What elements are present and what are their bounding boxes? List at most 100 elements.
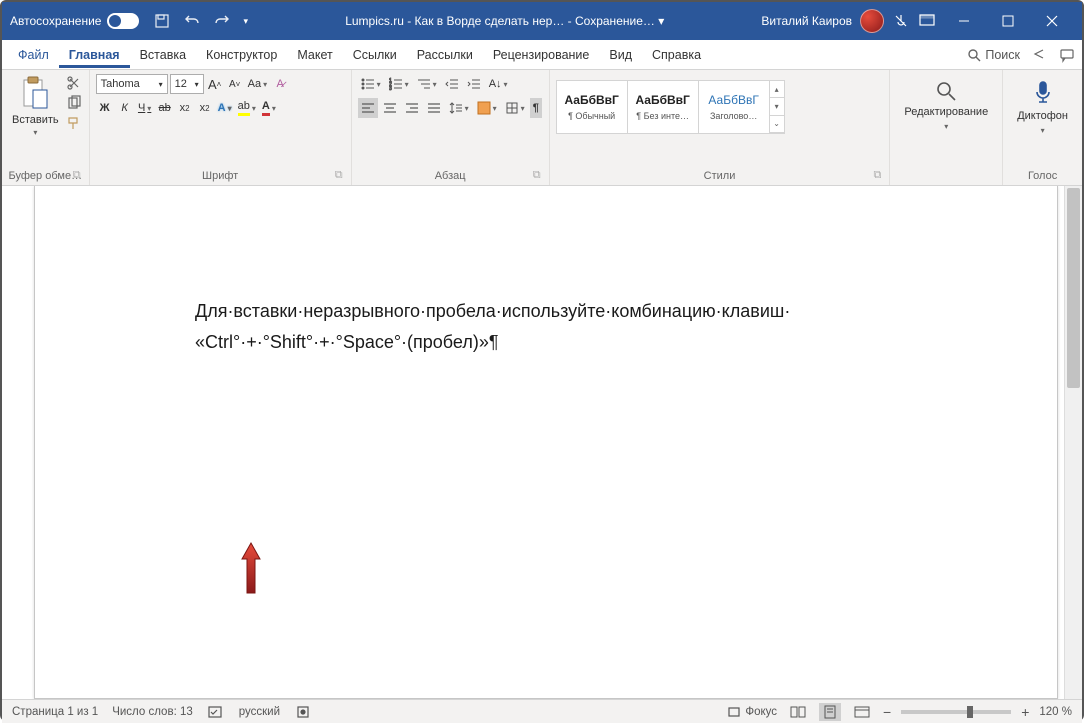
group-styles: АаБбВвГ¶ Обычный АаБбВвГ¶ Без инте… АаБб…	[550, 70, 891, 185]
tab-insert[interactable]: Вставка	[130, 42, 196, 68]
language-indicator[interactable]: русский	[239, 706, 280, 718]
tab-layout[interactable]: Макет	[287, 42, 342, 68]
spellcheck-icon[interactable]	[207, 703, 225, 721]
titlebar: Автосохранение ▾ Lumpics.ru - Как в Ворд…	[2, 2, 1082, 40]
grow-font-icon[interactable]: A˄	[206, 74, 224, 94]
superscript-button[interactable]: x2	[196, 98, 214, 118]
clipboard-dialog-icon[interactable]: ⧉	[73, 169, 81, 182]
autosave: Автосохранение	[10, 13, 139, 29]
style-heading1[interactable]: АаБбВвГЗаголово…	[698, 80, 770, 134]
change-case-icon[interactable]: Aa	[246, 74, 269, 94]
outdent-icon[interactable]	[442, 74, 462, 94]
style-gallery-nav[interactable]: ▴▾⌄	[769, 80, 785, 134]
read-mode-icon[interactable]	[787, 703, 809, 721]
annotation-arrow-icon	[238, 541, 264, 601]
subscript-button[interactable]: x2	[176, 98, 194, 118]
voice-label: Голос	[1028, 170, 1057, 182]
clear-format-icon[interactable]: A̷	[271, 74, 289, 94]
tab-references[interactable]: Ссылки	[343, 42, 407, 68]
maximize-button[interactable]	[986, 2, 1030, 40]
align-left-icon[interactable]	[358, 98, 378, 118]
tab-mailings[interactable]: Рассылки	[407, 42, 483, 68]
indent-icon[interactable]	[464, 74, 484, 94]
strike-button[interactable]: ab	[156, 98, 174, 118]
style-up-icon: ▴	[770, 81, 784, 98]
page-indicator[interactable]: Страница 1 из 1	[12, 706, 98, 718]
group-clipboard: Вставить ▾ Буфер обме…⧉	[2, 70, 90, 185]
tab-review[interactable]: Рецензирование	[483, 42, 600, 68]
close-button[interactable]	[1030, 2, 1074, 40]
numbering-icon[interactable]: 123	[386, 74, 412, 94]
bold-button[interactable]: Ж	[96, 98, 114, 118]
focus-mode[interactable]: Фокус	[727, 705, 777, 719]
ribbon-tabs: Файл Главная Вставка Конструктор Макет С…	[2, 40, 1082, 70]
undo-icon[interactable]	[183, 12, 201, 30]
copy-icon[interactable]	[65, 94, 83, 112]
paste-button[interactable]: Вставить ▾	[8, 74, 63, 139]
comments-icon[interactable]	[1058, 46, 1076, 64]
minimize-button[interactable]	[942, 2, 986, 40]
svg-text:3: 3	[389, 86, 392, 91]
paragraph-label: Абзац	[435, 170, 466, 182]
page[interactable]: Для·вставки·неразрывного·пробела·использ…	[34, 186, 1058, 699]
dictate-label: Диктофон	[1017, 110, 1068, 122]
line-spacing-icon[interactable]	[446, 98, 472, 118]
zoom-in-button[interactable]: +	[1021, 704, 1029, 720]
dictate-button[interactable]: Диктофон ▾	[1009, 74, 1076, 141]
font-label: Шрифт	[202, 170, 238, 182]
styles-dialog-icon[interactable]: ⧉	[874, 169, 882, 182]
avatar[interactable]	[860, 9, 884, 33]
font-name-combo[interactable]: Tahoma▾	[96, 74, 168, 94]
text-effects-icon[interactable]: A	[216, 98, 234, 118]
tab-file[interactable]: Файл	[8, 42, 59, 68]
underline-button[interactable]: Ч	[136, 98, 154, 118]
save-icon[interactable]	[153, 12, 171, 30]
style-normal[interactable]: АаБбВвГ¶ Обычный	[556, 80, 628, 134]
print-layout-icon[interactable]	[819, 703, 841, 721]
scrollbar-thumb[interactable]	[1067, 188, 1080, 388]
sort-icon[interactable]: A↓	[486, 74, 511, 94]
shading-icon[interactable]	[474, 98, 500, 118]
zoom-out-button[interactable]: −	[883, 704, 891, 720]
borders-icon[interactable]	[502, 98, 528, 118]
editing-button[interactable]: Редактирование ▾	[896, 74, 996, 137]
tab-view[interactable]: Вид	[599, 42, 642, 68]
search-label: Поиск	[985, 48, 1020, 62]
redo-icon[interactable]	[213, 12, 231, 30]
vertical-scrollbar[interactable]	[1064, 186, 1082, 699]
word-count[interactable]: Число слов: 13	[112, 706, 193, 718]
search-box[interactable]: Поиск	[967, 48, 1020, 62]
highlight-icon[interactable]: ab	[236, 98, 258, 118]
bullets-icon[interactable]	[358, 74, 384, 94]
style-nospacing[interactable]: АаБбВвГ¶ Без инте…	[627, 80, 699, 134]
clipboard-label: Буфер обме…	[9, 170, 83, 182]
styles-label: Стили	[704, 170, 736, 182]
multilevel-icon[interactable]	[414, 74, 440, 94]
user-area: Виталий Каиров	[761, 9, 936, 33]
format-painter-icon[interactable]	[65, 114, 83, 132]
autosave-toggle[interactable]	[107, 13, 139, 29]
font-size-combo[interactable]: 12▾	[170, 74, 204, 94]
zoom-slider[interactable]	[901, 710, 1011, 714]
web-layout-icon[interactable]	[851, 703, 873, 721]
window-title: Lumpics.ru - Как в Ворде сделать нер… - …	[248, 14, 761, 28]
cut-icon[interactable]	[65, 74, 83, 92]
font-color-icon[interactable]: A	[260, 98, 278, 118]
mic-off-icon[interactable]	[892, 12, 910, 30]
italic-button[interactable]: К	[116, 98, 134, 118]
share-icon[interactable]	[1030, 46, 1048, 64]
paragraph-dialog-icon[interactable]: ⧉	[533, 169, 541, 182]
tab-help[interactable]: Справка	[642, 42, 711, 68]
paste-dropdown-icon[interactable]: ▾	[33, 128, 37, 137]
align-right-icon[interactable]	[402, 98, 422, 118]
zoom-value[interactable]: 120 %	[1039, 706, 1072, 718]
ribbon-mode-icon[interactable]	[918, 12, 936, 30]
show-marks-icon[interactable]: ¶	[530, 98, 542, 118]
tab-home[interactable]: Главная	[59, 42, 130, 68]
shrink-font-icon[interactable]: A˅	[226, 74, 244, 94]
justify-icon[interactable]	[424, 98, 444, 118]
font-dialog-icon[interactable]: ⧉	[335, 169, 343, 182]
align-center-icon[interactable]	[380, 98, 400, 118]
tab-design[interactable]: Конструктор	[196, 42, 287, 68]
macro-icon[interactable]	[294, 703, 312, 721]
